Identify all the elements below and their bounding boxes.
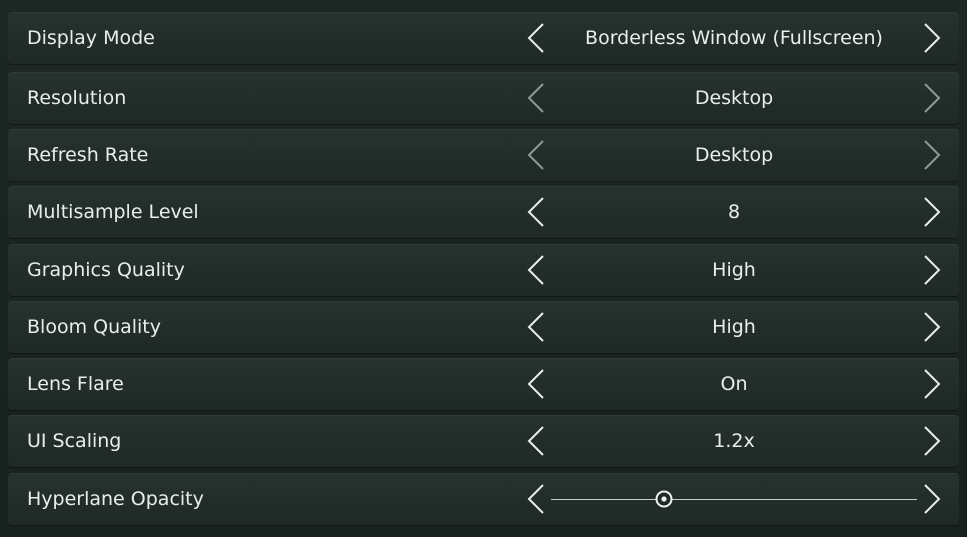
setting-row-bloom-quality: Bloom Quality High — [8, 301, 959, 353]
setting-row-refresh-rate: Refresh Rate Desktop — [8, 129, 959, 181]
decrease-arrow-icon[interactable] — [525, 483, 547, 515]
setting-label: Display Mode — [27, 27, 155, 49]
setting-value: Desktop — [694, 87, 774, 109]
setting-label: Resolution — [27, 87, 127, 109]
previous-option-arrow-icon[interactable] — [525, 82, 547, 114]
setting-label: Multisample Level — [27, 201, 199, 223]
setting-value: High — [712, 259, 756, 281]
setting-label: Graphics Quality — [27, 259, 185, 281]
hyperlane-opacity-slider[interactable] — [551, 473, 917, 525]
setting-value: Borderless Window (Fullscreen) — [585, 27, 883, 49]
previous-option-arrow-icon[interactable] — [525, 22, 547, 54]
setting-row-graphics-quality: Graphics Quality High — [8, 244, 959, 296]
setting-value: On — [720, 373, 748, 395]
next-option-arrow-icon[interactable] — [921, 254, 943, 286]
previous-option-arrow-icon[interactable] — [525, 196, 547, 228]
setting-label: UI Scaling — [27, 430, 122, 452]
setting-value: 1.2x — [713, 430, 755, 452]
next-option-arrow-icon[interactable] — [921, 22, 943, 54]
setting-row-ui-scaling: UI Scaling 1.2x — [8, 415, 959, 467]
next-option-arrow-icon[interactable] — [921, 425, 943, 457]
next-option-arrow-icon[interactable] — [921, 82, 943, 114]
setting-row-multisample-level: Multisample Level 8 — [8, 186, 959, 238]
previous-option-arrow-icon[interactable] — [525, 254, 547, 286]
setting-value: 8 — [727, 201, 741, 223]
setting-row-hyperlane-opacity: Hyperlane Opacity — [8, 473, 959, 525]
previous-option-arrow-icon[interactable] — [525, 311, 547, 343]
previous-option-arrow-icon[interactable] — [525, 368, 547, 400]
setting-row-lens-flare: Lens Flare On — [8, 358, 959, 410]
setting-row-display-mode: Display Mode Borderless Window (Fullscre… — [8, 12, 959, 64]
graphics-settings-panel: Display Mode Borderless Window (Fullscre… — [0, 0, 967, 537]
slider-handle[interactable] — [655, 490, 673, 508]
setting-label: Hyperlane Opacity — [27, 488, 204, 510]
previous-option-arrow-icon[interactable] — [525, 425, 547, 457]
previous-option-arrow-icon[interactable] — [525, 139, 547, 171]
setting-label: Lens Flare — [27, 373, 124, 395]
next-option-arrow-icon[interactable] — [921, 139, 943, 171]
setting-row-resolution: Resolution Desktop — [8, 72, 959, 124]
setting-value: High — [712, 316, 756, 338]
next-option-arrow-icon[interactable] — [921, 368, 943, 400]
next-option-arrow-icon[interactable] — [921, 196, 943, 228]
increase-arrow-icon[interactable] — [921, 483, 943, 515]
setting-label: Bloom Quality — [27, 316, 162, 338]
setting-label: Refresh Rate — [27, 144, 149, 166]
setting-value: Desktop — [694, 144, 774, 166]
slider-track[interactable] — [551, 499, 917, 500]
next-option-arrow-icon[interactable] — [921, 311, 943, 343]
